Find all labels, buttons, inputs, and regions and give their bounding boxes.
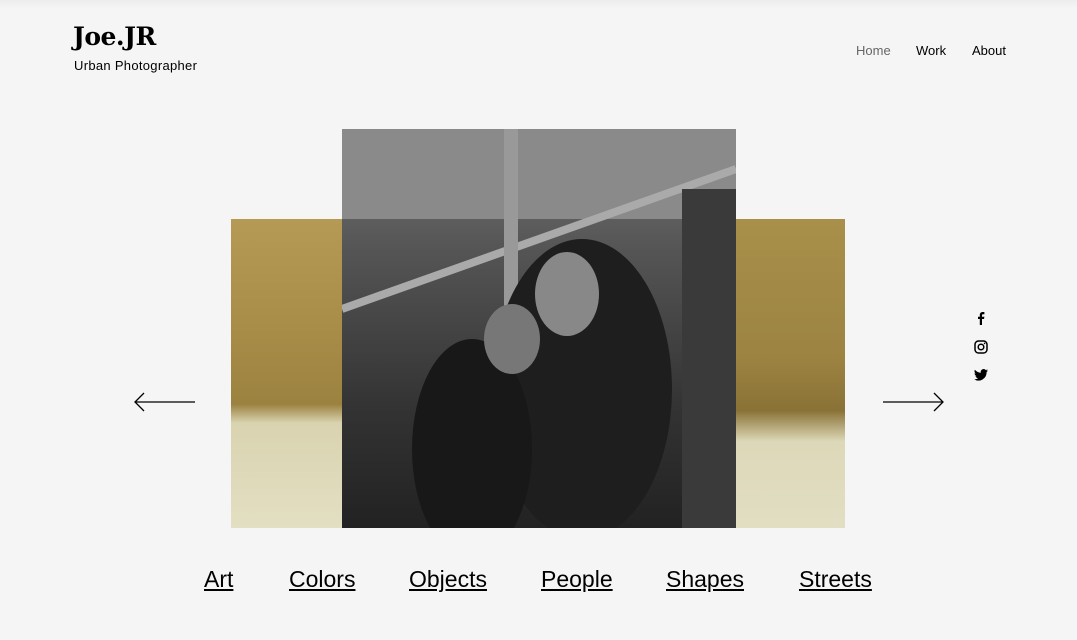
instagram-icon[interactable] <box>973 339 989 355</box>
arrow-right-icon[interactable] <box>882 391 944 413</box>
category-art[interactable]: Art <box>204 566 233 593</box>
arrow-left-icon[interactable] <box>134 391 196 413</box>
photo-placeholder <box>342 129 736 528</box>
nav-home[interactable]: Home <box>856 43 891 58</box>
category-objects[interactable]: Objects <box>409 566 487 593</box>
gallery-next-image[interactable] <box>735 219 845 528</box>
category-shapes[interactable]: Shapes <box>666 566 744 593</box>
header-shadow <box>0 0 1077 8</box>
nav-about[interactable]: About <box>972 43 1006 58</box>
site-tagline: Urban Photographer <box>74 58 198 73</box>
category-streets[interactable]: Streets <box>799 566 872 593</box>
category-colors[interactable]: Colors <box>289 566 355 593</box>
nav-work[interactable]: Work <box>916 43 946 58</box>
site-logo[interactable]: Joe.JR <box>73 22 156 51</box>
twitter-icon[interactable] <box>973 367 989 383</box>
category-people[interactable]: People <box>541 566 613 593</box>
facebook-icon[interactable] <box>973 310 989 326</box>
gallery-main-image[interactable] <box>342 129 736 528</box>
gallery-prev-image[interactable] <box>231 219 342 528</box>
